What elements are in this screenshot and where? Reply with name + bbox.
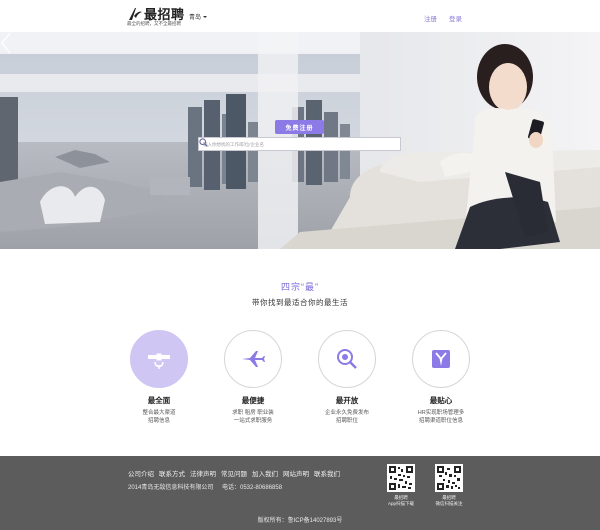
footer: 公司介绍 联系方式 法律声明 常见问题 加入我们 网站声明 联系我们 2014青… bbox=[0, 456, 600, 530]
feature-desc-line: 整合最大渠道 bbox=[142, 410, 176, 416]
footer-link-statement[interactable]: 网站声明 bbox=[283, 468, 309, 478]
footer-link-join[interactable]: 加入我们 bbox=[252, 468, 278, 478]
feature-name: 最开放 bbox=[335, 396, 359, 405]
feature-desc: HR实现职场管理多 招聘渠道职位信息 bbox=[396, 409, 486, 425]
city-label: 青岛 bbox=[189, 15, 202, 21]
feature-circle bbox=[130, 330, 188, 388]
phone-number: 电话：0532-80686858 bbox=[222, 485, 283, 491]
feature-circle bbox=[318, 330, 376, 388]
qr-code-icon bbox=[387, 464, 415, 492]
feature-desc-line: 招聘渠道职位信息 bbox=[418, 418, 463, 424]
feature-desc: 整合最大渠道 招聘信息 bbox=[114, 409, 204, 425]
feature-caring[interactable]: 最贴心 HR实现职场管理多 招聘渠道职位信息 bbox=[396, 330, 486, 425]
footer-link-contact[interactable]: 联系方式 bbox=[159, 468, 185, 478]
hero-banner: 免费注册 bbox=[0, 32, 600, 249]
search-icon[interactable] bbox=[199, 138, 400, 150]
feature-name: 最便捷 bbox=[241, 396, 265, 405]
job-search-box bbox=[198, 137, 401, 151]
features-title: 四宗“最” bbox=[281, 282, 319, 292]
feature-circle bbox=[224, 330, 282, 388]
feature-name: 最全面 bbox=[147, 396, 171, 405]
qr-subtitle: App扫描下载 bbox=[387, 501, 414, 506]
wechat-qr-block: 最招聘 微信扫描关注 bbox=[429, 464, 469, 507]
footer-link-legal[interactable]: 法律声明 bbox=[190, 468, 216, 478]
feature-name: 最贴心 bbox=[429, 396, 453, 405]
satellite-icon bbox=[148, 353, 170, 369]
footer-link-faq[interactable]: 常见问题 bbox=[221, 468, 247, 478]
feature-desc-line: 招聘信息 bbox=[147, 418, 170, 424]
feature-desc-line: 一站式求职服务 bbox=[233, 418, 273, 424]
city-selector[interactable]: 青岛 bbox=[189, 12, 208, 21]
feature-desc-line: 求职 租房 职业装 bbox=[232, 410, 274, 416]
feature-convenient[interactable]: 最便捷 求职 租房 职业装 一站式求职服务 bbox=[208, 330, 298, 425]
free-register-button[interactable]: 免费注册 bbox=[275, 120, 324, 134]
feature-open[interactable]: 最开放 企业永久免费发布 招聘职位 bbox=[302, 330, 392, 425]
qr-subtitle: 微信扫描关注 bbox=[435, 501, 463, 506]
qr-label: 最招聘 微信扫描关注 bbox=[429, 495, 469, 507]
login-link[interactable]: 登录 bbox=[449, 13, 462, 23]
feature-desc: 企业永久免费发布 招聘职位 bbox=[302, 409, 392, 425]
feature-desc-line: 企业永久免费发布 bbox=[324, 410, 369, 416]
feature-desc: 求职 租房 职业装 一站式求职服务 bbox=[208, 409, 298, 425]
job-search-input[interactable] bbox=[199, 138, 386, 150]
chevron-down-icon bbox=[203, 15, 208, 18]
company-name: 2014青岛无敌信息科技有限公司 bbox=[128, 485, 214, 491]
carousel-prev-icon[interactable] bbox=[0, 32, 12, 54]
header: 最招聘 最全的招聘，又不全最招聘 青岛 注册 登录 bbox=[0, 0, 600, 32]
logo-mark-icon bbox=[129, 7, 142, 20]
suit-icon bbox=[432, 350, 450, 368]
register-link[interactable]: 注册 bbox=[424, 13, 437, 23]
airplane-icon bbox=[242, 351, 265, 367]
tagline: 最全的招聘，又不全最招聘 bbox=[127, 21, 181, 26]
feature-comprehensive[interactable]: 最全面 整合最大渠道 招聘信息 bbox=[114, 330, 204, 425]
app-qr-block: 最招聘 App扫描下载 bbox=[381, 464, 421, 507]
qr-label: 最招聘 App扫描下载 bbox=[381, 495, 421, 507]
qr-code-icon bbox=[435, 464, 463, 492]
copyright: 版权所有：鲁ICP备14027893号 bbox=[257, 518, 343, 524]
footer-link-about[interactable]: 公司介绍 bbox=[128, 468, 154, 478]
feature-circle bbox=[412, 330, 470, 388]
features-subtitle: 带你找到最适合你的最生活 bbox=[252, 298, 348, 307]
magnifier-icon bbox=[337, 349, 357, 369]
footer-link-contact-us[interactable]: 联系我们 bbox=[314, 468, 340, 478]
footer-links: 公司介绍 联系方式 法律声明 常见问题 加入我们 网站声明 联系我们 bbox=[128, 468, 340, 478]
feature-desc-line: 招聘职位 bbox=[335, 418, 358, 424]
features-heading: 四宗“最” 带你找到最适合你的最生活 bbox=[0, 280, 600, 308]
feature-desc-line: HR实现职场管理多 bbox=[417, 410, 465, 416]
